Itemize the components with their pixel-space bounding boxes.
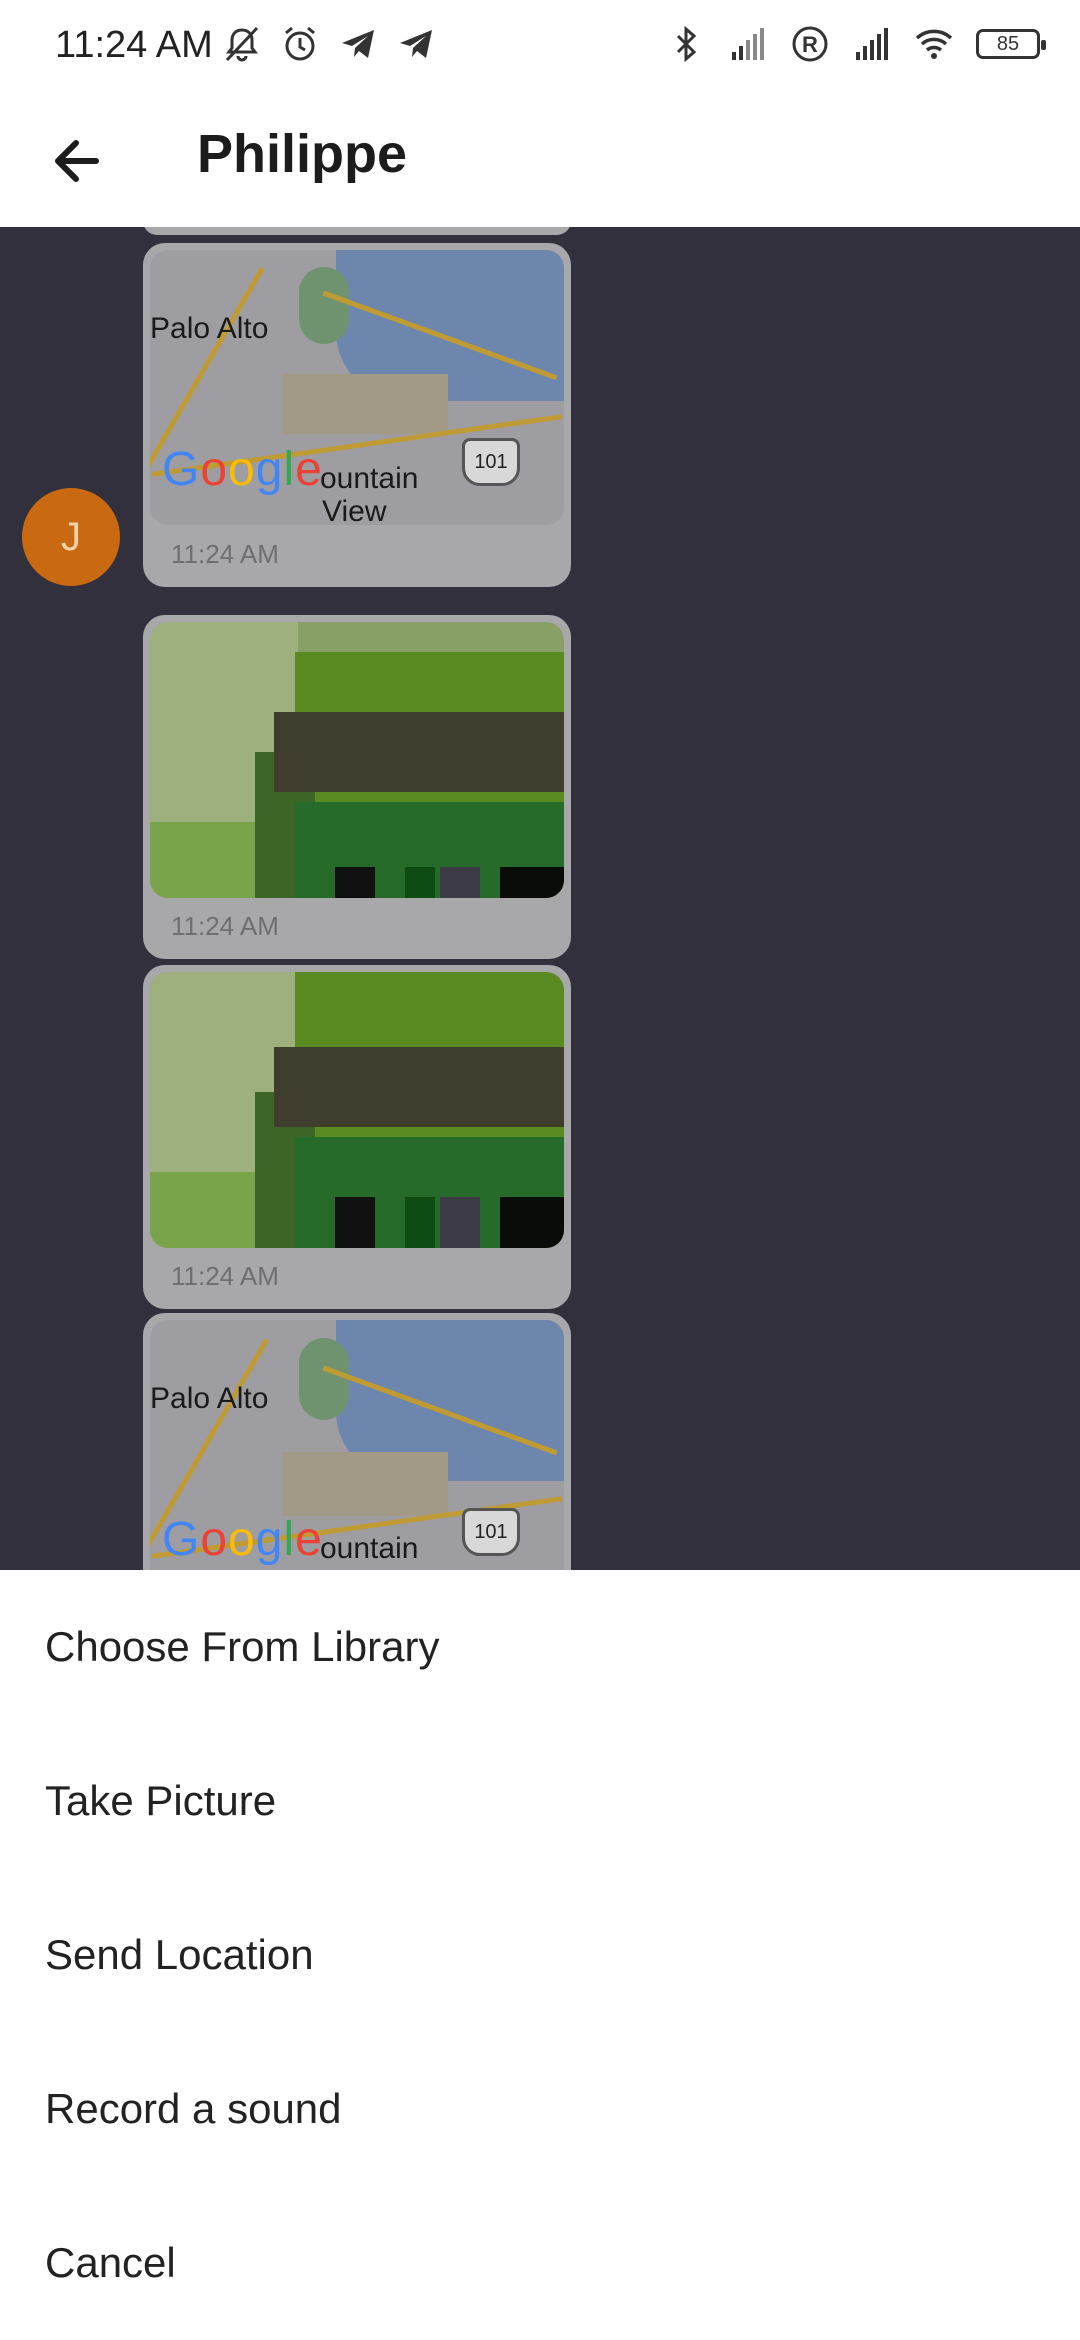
location-map-image[interactable]: Palo Alto ountain View 101 Google: [150, 250, 564, 525]
svg-text:R: R: [802, 32, 818, 57]
highway-shield-icon: 101: [462, 1508, 520, 1556]
status-time: 11:24 AM: [55, 24, 213, 66]
message-bubble[interactable]: Palo Alto ountain View 101 Google 11:24 …: [143, 243, 571, 587]
chat-area[interactable]: J Palo Alto ountain View 101 Google 11:2…: [0, 227, 1080, 1570]
choose-from-library-option[interactable]: Choose From Library: [0, 1570, 1080, 1724]
message-timestamp: 11:24 AM: [171, 539, 279, 569]
map-label: ountain: [320, 1532, 419, 1565]
page-title: Philippe: [197, 124, 408, 184]
location-map-image[interactable]: Palo Alto ountain 101 Google: [150, 1320, 564, 1570]
avatar[interactable]: J: [22, 488, 120, 586]
wifi-icon: [915, 29, 953, 59]
message-bubble[interactable]: Palo Alto ountain 101 Google: [143, 1313, 571, 1570]
message-timestamp: 11:24 AM: [171, 911, 279, 941]
status-bar: 11:24 AM R 85: [0, 0, 1080, 95]
message-timestamp: 11:24 AM: [171, 1261, 279, 1291]
map-label: View: [322, 495, 387, 525]
photo-image[interactable]: [150, 972, 564, 1248]
message-bubble[interactable]: 11:24 AM: [143, 965, 571, 1309]
message-bubble[interactable]: 11:24 AM: [143, 615, 571, 959]
battery-icon: 85: [976, 29, 1046, 59]
option-label: Cancel: [45, 2239, 176, 2286]
bluetooth-icon: [676, 25, 697, 63]
highway-shield-icon: 101: [462, 438, 520, 486]
photo-image[interactable]: [150, 622, 564, 898]
message-bubble[interactable]: [143, 227, 571, 235]
option-label: Record a sound: [45, 2085, 342, 2132]
record-sound-option[interactable]: Record a sound: [0, 2032, 1080, 2186]
status-icons-left: [222, 24, 436, 64]
map-label: ountain: [320, 462, 419, 495]
battery-level: 85: [996, 32, 1020, 55]
telegram-icon: [342, 30, 374, 58]
telegram-icon: [400, 30, 432, 58]
arrow-left-icon[interactable]: [40, 121, 120, 201]
option-label: Choose From Library: [45, 1623, 440, 1670]
mute-icon: [225, 26, 259, 62]
avatar-initial: J: [61, 514, 81, 559]
take-picture-option[interactable]: Take Picture: [0, 1724, 1080, 1878]
attachment-action-sheet: Choose From Library Take Picture Send Lo…: [0, 1570, 1080, 2340]
option-label: Send Location: [45, 1931, 314, 1978]
alarm-icon: [285, 26, 315, 61]
cancel-option[interactable]: Cancel: [0, 2186, 1080, 2340]
signal-icon: [732, 28, 764, 60]
option-label: Take Picture: [45, 1777, 277, 1824]
app-bar: Philippe: [0, 95, 1080, 227]
map-label: Palo Alto: [150, 1382, 269, 1415]
signal-icon: [856, 28, 888, 60]
send-location-option[interactable]: Send Location: [0, 1878, 1080, 2032]
status-icons-right: R 85: [666, 24, 1046, 64]
google-logo: Google: [162, 443, 323, 496]
roaming-icon: R: [792, 26, 828, 62]
google-logo: Google: [162, 1513, 323, 1566]
map-label: Palo Alto: [150, 312, 269, 345]
